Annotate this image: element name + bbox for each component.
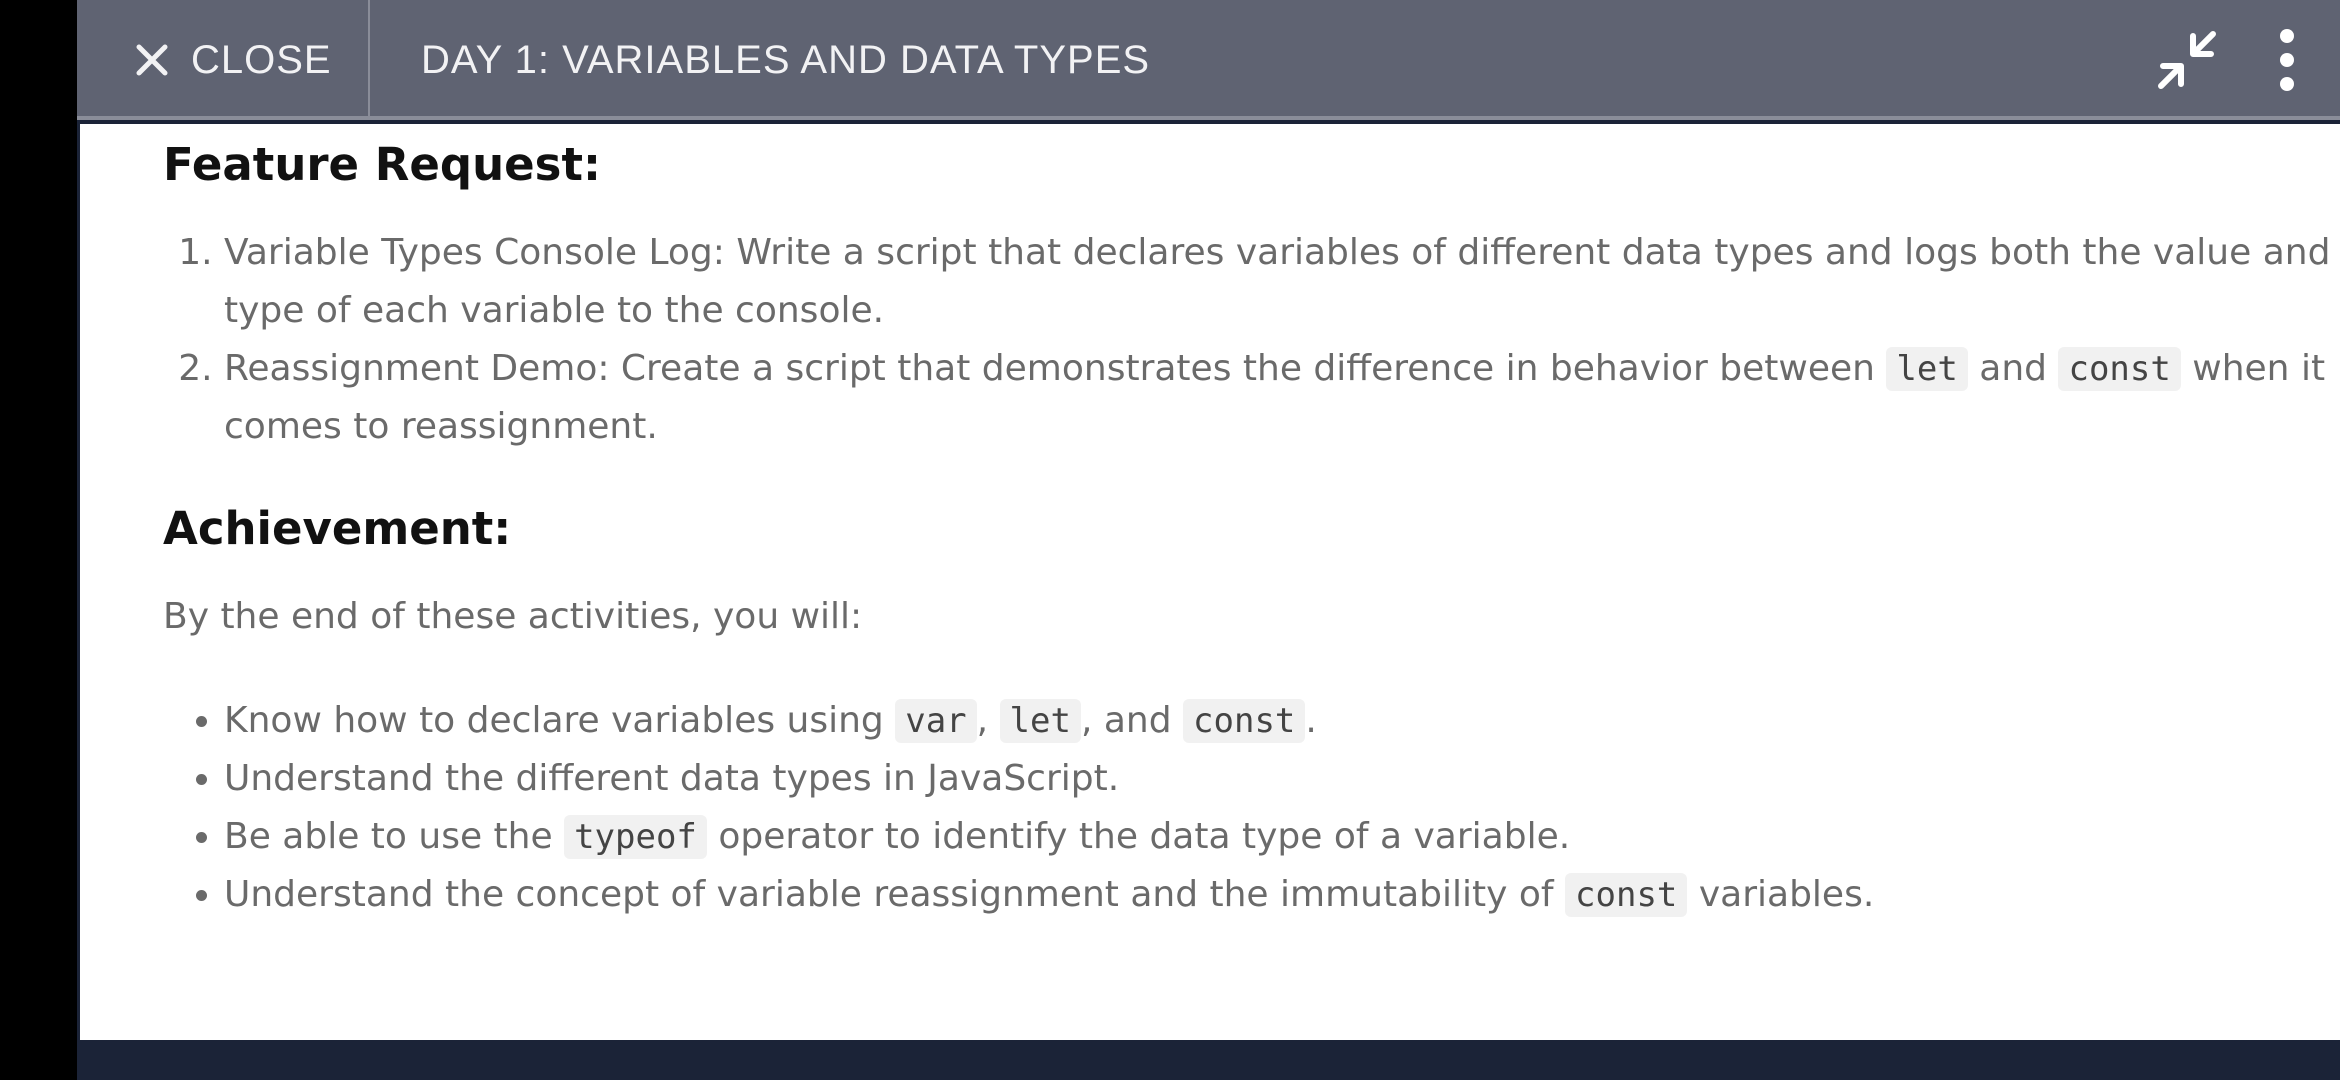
- code-const: const: [1183, 699, 1306, 743]
- lesson-window: CLOSE DAY 1: VARIABLES AND DATA TYPES Fe…: [77, 0, 2340, 1080]
- achievement-text: .: [1305, 700, 1317, 741]
- code-let: let: [999, 699, 1081, 743]
- achievement-item: Know how to declare variables using var,…: [224, 692, 2324, 750]
- achievement-item: Understand the different data types in J…: [224, 750, 2324, 808]
- feature-text: Reassignment Demo: Create a script that …: [224, 348, 1887, 389]
- bottom-bar: [77, 1040, 2340, 1080]
- code-let: let: [1886, 347, 1968, 391]
- more-vert-icon: [2280, 29, 2294, 91]
- page-title: DAY 1: VARIABLES AND DATA TYPES: [421, 37, 1151, 82]
- close-icon: [136, 44, 168, 76]
- achievement-list: Know how to declare variables using var,…: [174, 692, 2324, 924]
- code-typeof: typeof: [564, 815, 707, 859]
- feature-item: Reassignment Demo: Create a script that …: [224, 340, 2334, 456]
- feature-list: Variable Types Console Log: Write a scri…: [174, 224, 2334, 456]
- achievement-text: operator to identify the data type of a …: [706, 816, 1571, 857]
- feature-item: Variable Types Console Log: Write a scri…: [224, 224, 2334, 340]
- code-const: const: [1565, 873, 1688, 917]
- achievement-text: Know how to declare variables using: [224, 700, 896, 741]
- achievement-text: Understand the concept of variable reass…: [224, 874, 1566, 915]
- top-bar: CLOSE DAY 1: VARIABLES AND DATA TYPES: [77, 0, 2340, 120]
- close-button[interactable]: CLOSE: [77, 0, 370, 120]
- collapse-icon: [2158, 31, 2216, 89]
- achievement-intro: By the end of these activities, you will…: [163, 596, 863, 637]
- achievement-text: , and: [1080, 700, 1184, 741]
- achievement-item: Be able to use the typeof operator to id…: [224, 808, 2324, 866]
- achievement-text: Be able to use the: [224, 816, 565, 857]
- lesson-content: Feature Request: Variable Types Console …: [80, 124, 2340, 1040]
- feature-text: and: [1967, 348, 2059, 389]
- achievement-text: ,: [976, 700, 1000, 741]
- code-var: var: [895, 699, 977, 743]
- feature-text: Variable Types Console Log: Write a scri…: [224, 232, 2331, 331]
- code-const: const: [2058, 347, 2181, 391]
- achievement-heading: Achievement:: [163, 502, 512, 555]
- achievement-text: variables.: [1687, 874, 1875, 915]
- more-options-button[interactable]: [2267, 28, 2307, 92]
- collapse-button[interactable]: [2155, 28, 2219, 92]
- achievement-text: Understand the different data types in J…: [224, 758, 1120, 799]
- achievement-item: Understand the concept of variable reass…: [224, 866, 2324, 924]
- close-label: CLOSE: [191, 37, 332, 82]
- feature-request-heading: Feature Request:: [163, 138, 601, 191]
